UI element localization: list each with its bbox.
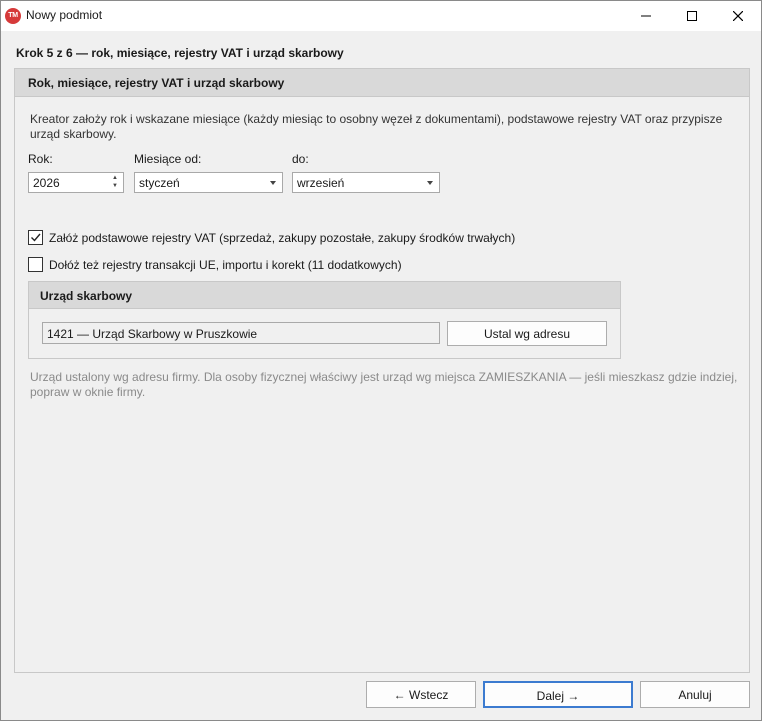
tax-office-value: 1421 — Urząd Skarbowy w Pruszkowie [47, 327, 258, 341]
months-to-label: do: [292, 152, 309, 166]
chevron-down-icon [427, 181, 433, 185]
months-from-label: Miesiące od: [134, 152, 202, 166]
checkmark-icon [31, 233, 41, 242]
back-button-label: ← Wstecz [393, 688, 449, 702]
next-button[interactable]: Dalej → [483, 681, 633, 708]
window-title: Nowy podmiot [26, 8, 103, 22]
spinner-arrows[interactable]: ▲ ▼ [109, 174, 121, 191]
tax-office-field[interactable]: 1421 — Urząd Skarbowy w Pruszkowie [42, 322, 440, 344]
back-button[interactable]: ← Wstecz [366, 681, 476, 708]
months-from-select[interactable]: styczeń [134, 172, 283, 193]
close-icon [733, 11, 743, 21]
tax-office-header: Urząd skarbowy [29, 282, 620, 309]
title-bar[interactable]: TM Nowy podmiot [1, 1, 761, 31]
checkbox-box-unchecked[interactable] [28, 257, 43, 272]
maximize-button[interactable] [669, 1, 715, 31]
tax-office-panel: Urząd skarbowy 1421 — Urząd Skarbowy w P… [28, 281, 621, 359]
year-value: 2026 [33, 176, 60, 190]
checkbox-box-checked[interactable] [28, 230, 43, 245]
spin-up-icon[interactable]: ▲ [109, 174, 121, 182]
checkbox-label: Dołóż też rejestry transakcji UE, import… [49, 258, 402, 272]
months-from-value: styczeń [139, 176, 180, 190]
dialog-window: TM Nowy podmiot Krok 5 z 6 — rok, miesią… [0, 0, 762, 721]
app-logo-icon: TM [5, 8, 21, 24]
determine-by-address-button[interactable]: Ustal wg adresu [447, 321, 607, 346]
year-label: Rok: [28, 152, 53, 166]
months-to-select[interactable]: wrzesień [292, 172, 440, 193]
minimize-button[interactable] [623, 1, 669, 31]
description-text: Kreator założy rok i wskazane miesiące (… [30, 112, 723, 141]
year-spinner[interactable]: 2026 ▲ ▼ [28, 172, 124, 193]
hint-text: Urząd ustalony wg adresu firmy. Dla osob… [30, 370, 738, 399]
next-button-label: Dalej → [536, 689, 580, 703]
panel-header-title: Rok, miesiące, rejestry VAT i urząd skar… [28, 76, 285, 90]
determine-by-address-label: Ustal wg adresu [483, 327, 571, 341]
checkbox-label: Załóż podstawowe rejestry VAT (sprzedaż,… [49, 231, 516, 245]
close-button[interactable] [715, 1, 761, 31]
months-to-value: wrzesień [297, 176, 345, 190]
minimize-icon [641, 15, 651, 17]
panel-header: Rok, miesiące, rejestry VAT i urząd skar… [15, 69, 749, 97]
cancel-button-label: Anuluj [678, 688, 712, 702]
main-panel: Rok, miesiące, rejestry VAT i urząd skar… [14, 68, 750, 673]
maximize-icon [687, 11, 697, 21]
chevron-down-icon [270, 181, 276, 185]
cancel-button[interactable]: Anuluj [640, 681, 750, 708]
tax-office-title: Urząd skarbowy [40, 289, 133, 303]
spin-down-icon[interactable]: ▼ [109, 182, 121, 190]
step-title: Krok 5 z 6 — rok, miesiące, rejestry VAT… [16, 46, 344, 60]
